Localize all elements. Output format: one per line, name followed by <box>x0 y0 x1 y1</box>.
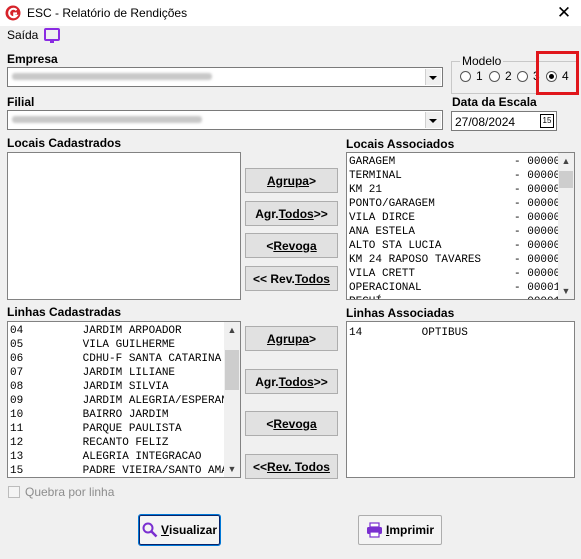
locais-associados-list[interactable]: GARAGEM - 000001 TERMINAL - 000002 KM 21 -… <box>346 152 575 300</box>
linhas-cadastradas-list[interactable]: 04 JARDIM ARPOADOR 05 VILA GUILHERME 06 CD… <box>7 321 241 478</box>
app-logo-icon <box>5 5 21 21</box>
quebra-por-linha-checkbox[interactable] <box>8 486 20 498</box>
list-item[interactable]: 15 PADRE VIEIRA/SANTO AMARO <box>8 464 240 477</box>
rev-todos-linhas-button[interactable]: << Rev. Todos <box>245 454 338 479</box>
revoga-button[interactable]: < Revoga <box>245 233 338 258</box>
data-escala-label: Data da Escala <box>452 95 537 109</box>
agr-todos-linhas-button[interactable]: Agr. Todos >> <box>245 369 338 394</box>
imprimir-button[interactable]: Imprimir <box>358 515 442 545</box>
filial-label: Filial <box>7 95 35 109</box>
empresa-select[interactable] <box>7 67 443 87</box>
modelo-radio-1[interactable] <box>460 71 471 82</box>
list-item[interactable]: 12 RECANTO FELIZ <box>8 436 240 450</box>
modelo-legend: Modelo <box>460 54 504 68</box>
list-item[interactable]: TERMINAL - 000002 <box>347 169 574 183</box>
locais-associados-label: Locais Associados <box>346 137 455 151</box>
empresa-value-redacted <box>12 73 212 80</box>
close-icon[interactable]: ✕ <box>553 3 575 23</box>
locais-cadastrados-list[interactable] <box>7 152 241 300</box>
revoga-linhas-button[interactable]: < Revoga <box>245 411 338 436</box>
list-item[interactable]: 06 CDHU-F SANTA CATARINA <box>8 352 240 366</box>
list-item[interactable]: KM 21 - 000003 <box>347 183 574 197</box>
linhas-cadastradas-scrollbar[interactable]: ▲ ▼ <box>224 322 240 477</box>
scroll-down-icon[interactable]: ▼ <box>224 461 240 477</box>
magnifier-icon <box>142 522 158 538</box>
list-item[interactable]: GARAGEM - 000001 <box>347 155 574 169</box>
locais-associados-scrollbar[interactable]: ▲ ▼ <box>558 153 574 299</box>
visualizar-button[interactable]: Visualizar <box>138 514 221 546</box>
modelo-radio-1-label: 1 <box>476 69 483 83</box>
scroll-thumb[interactable] <box>225 350 239 390</box>
agrupa-linhas-button[interactable]: Agrupa > <box>245 326 338 351</box>
linhas-cadastradas-label: Linhas Cadastradas <box>7 305 122 319</box>
highlight-annotation <box>536 51 579 95</box>
list-item[interactable]: VILA DIRCE - 000005 <box>347 211 574 225</box>
window-title: ESC - Relatório de Rendições <box>27 6 188 20</box>
data-escala-value: 27/08/2024 <box>455 115 516 129</box>
quebra-por-linha-label: Quebra por linha <box>25 485 115 499</box>
list-item[interactable]: PONTO/GARAGEM - 000004 <box>347 197 574 211</box>
linhas-associadas-label: Linhas Associadas <box>346 306 455 320</box>
list-item[interactable]: 07 JARDIM LILIANE <box>8 366 240 380</box>
empresa-label: Empresa <box>7 52 58 66</box>
list-item[interactable]: 10 BAIRRO JARDIM <box>8 408 240 422</box>
chevron-down-icon[interactable] <box>425 69 441 85</box>
locais-cadastrados-label: Locais Cadastrados <box>7 136 122 150</box>
rev-todos-button[interactable]: << Rev. Todos <box>245 266 338 291</box>
filial-select[interactable] <box>7 110 443 130</box>
agrupa-button[interactable]: Agrupa > <box>245 168 338 193</box>
printer-icon <box>366 522 382 538</box>
modelo-radio-2-label: 2 <box>505 69 512 83</box>
menu-item-saida[interactable]: Saída <box>7 28 38 42</box>
list-item[interactable]: OPERACIONAL - 000010 <box>347 281 574 295</box>
list-item[interactable]: 04 JARDIM ARPOADOR <box>8 324 240 338</box>
modelo-radio-2[interactable] <box>489 71 500 82</box>
modelo-radio-3[interactable] <box>517 71 528 82</box>
monitor-icon[interactable] <box>44 28 60 43</box>
data-escala-input[interactable]: 27/08/2024 15 <box>451 111 557 131</box>
list-item[interactable]: 14 OPTIBUS <box>347 326 574 340</box>
scroll-up-icon[interactable]: ▲ <box>224 322 240 338</box>
list-item[interactable]: KM 24 RAPOSO TAVARES - 000008 <box>347 253 574 267</box>
chevron-down-icon[interactable] <box>425 112 441 128</box>
linhas-associadas-list[interactable]: 14 OPTIBUS <box>346 321 575 478</box>
list-item[interactable]: 09 JARDIM ALEGRIA/ESPERANCA <box>8 394 240 408</box>
filial-value-redacted <box>12 116 202 123</box>
scroll-up-icon[interactable]: ▲ <box>558 153 574 169</box>
list-item[interactable]: ANA ESTELA - 000006 <box>347 225 574 239</box>
list-item[interactable]: ALTO STA LUCIA - 000007 <box>347 239 574 253</box>
list-item[interactable]: 08 JARDIM SILVIA <box>8 380 240 394</box>
list-item[interactable]: 11 PARQUE PAULISTA <box>8 422 240 436</box>
agr-todos-button[interactable]: Agr. Todos >> <box>245 201 338 226</box>
list-item[interactable]: VILA CRETT - 000009 <box>347 267 574 281</box>
calendar-icon[interactable]: 15 <box>540 114 554 128</box>
list-item[interactable]: PEGUÍ - 000011 <box>347 295 574 299</box>
list-item[interactable]: 13 ALEGRIA INTEGRACAO <box>8 450 240 464</box>
scroll-thumb[interactable] <box>559 171 573 188</box>
scroll-down-icon[interactable]: ▼ <box>558 283 574 299</box>
list-item[interactable]: 05 VILA GUILHERME <box>8 338 240 352</box>
